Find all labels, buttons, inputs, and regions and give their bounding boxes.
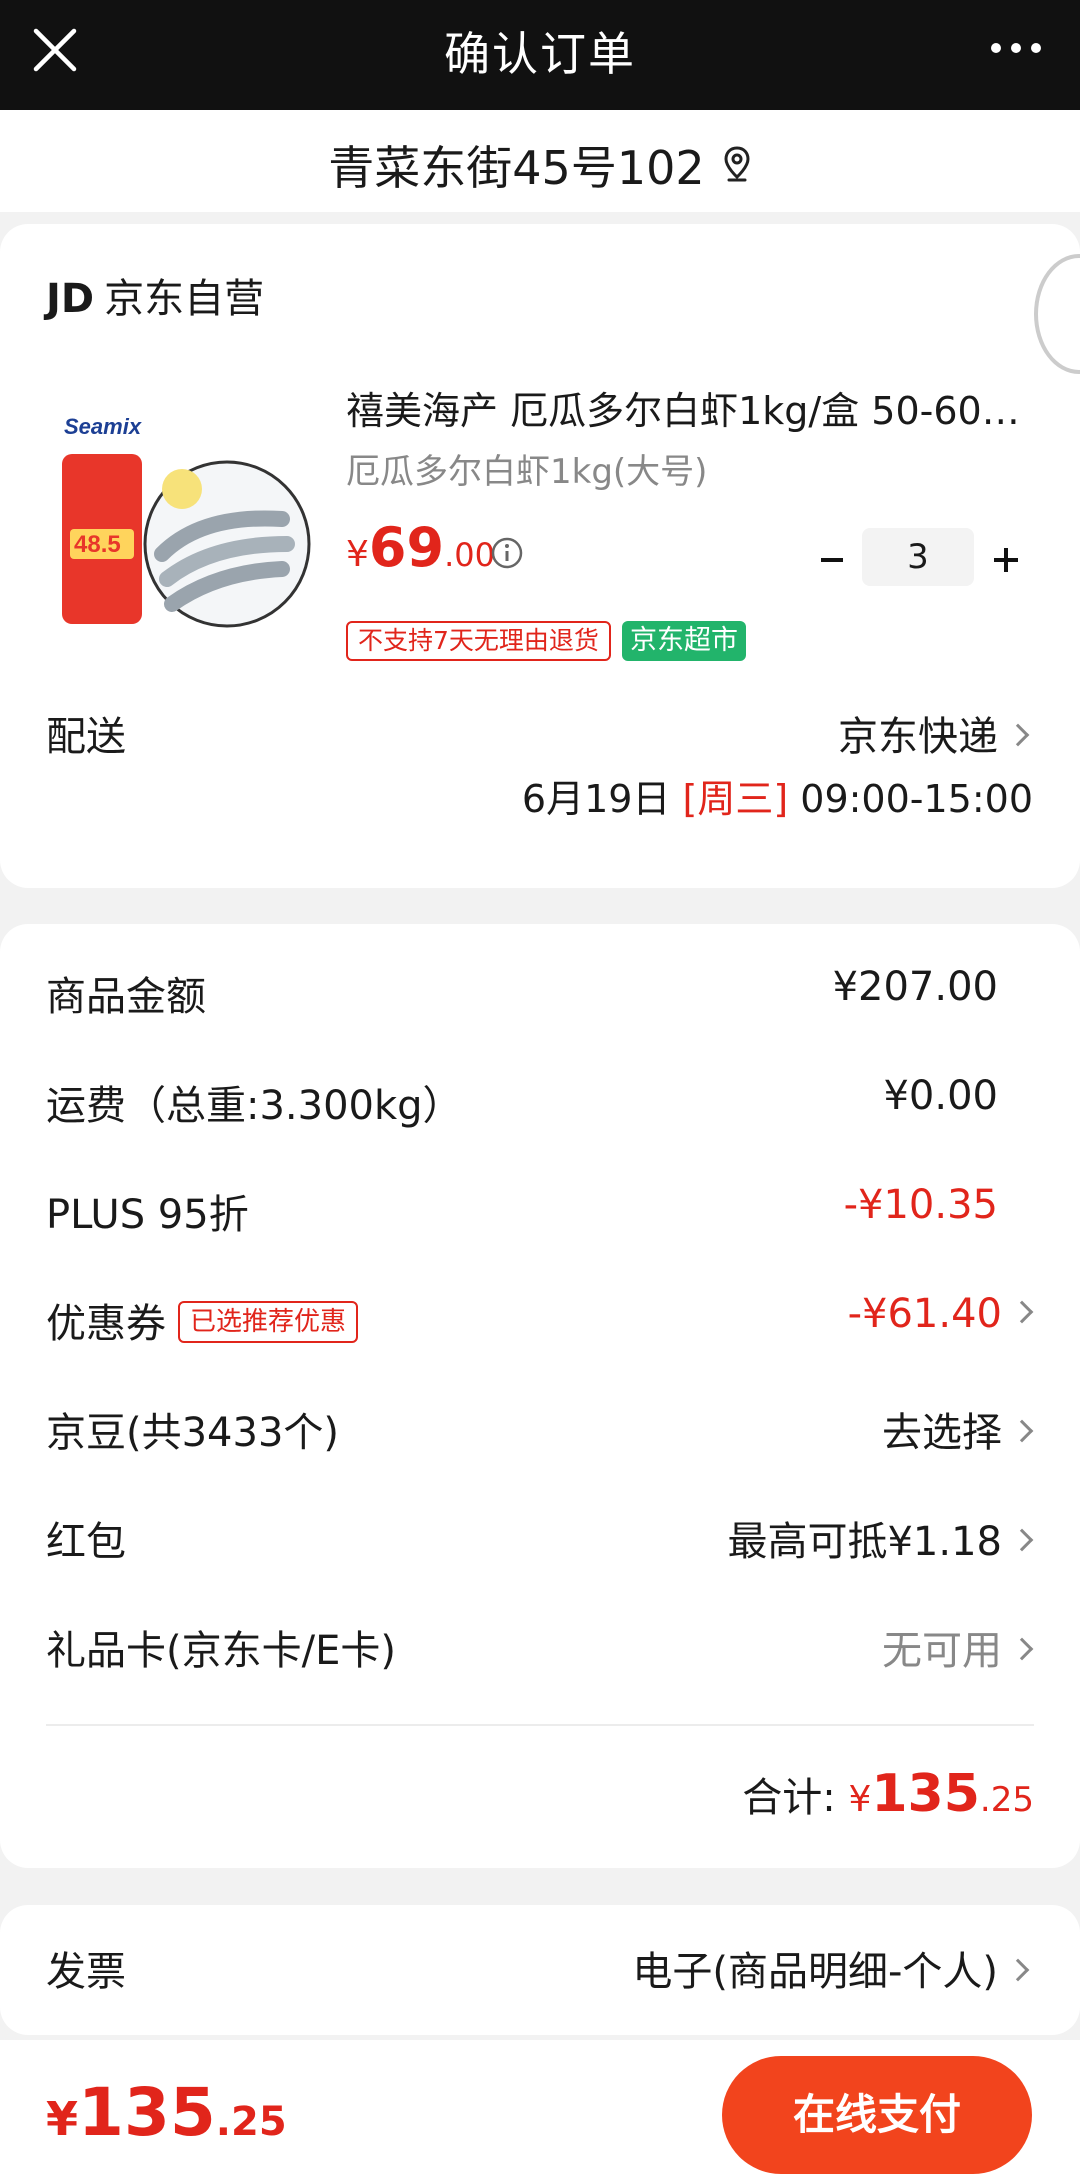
row-label: 红包 — [46, 1519, 126, 1565]
price-summary-card: 商品金额 ¥207.00 运费（总重:3.300kg） ¥0.00 PLUS 9… — [0, 924, 1080, 1868]
row-label: 京豆(共3433个) — [46, 1410, 340, 1456]
bottom-price-symbol: ¥ — [46, 2092, 79, 2146]
delivery-date: 6月19日 — [521, 777, 671, 821]
bottom-total-price: ¥135.25 — [46, 2074, 287, 2151]
location-pin-icon — [724, 146, 750, 182]
summary-row-coupon[interactable]: 优惠券 已选推荐优惠 -¥61.40 — [46, 1291, 1034, 1351]
red-packet-value: 最高可抵¥1.18 — [727, 1519, 1002, 1565]
quantity-plus-button[interactable] — [990, 544, 1022, 576]
product-name[interactable]: 禧美海产 厄瓜多尔白虾1kg/盒 50-60只/kg — [346, 380, 1036, 435]
invoice-value: 电子(商品明细-个人) — [632, 1939, 1030, 1997]
price-integer: 69 — [368, 516, 445, 579]
invoice-label: 发票 — [46, 1949, 126, 1995]
row-value: 无可用 — [882, 1618, 1034, 1676]
price-symbol: ¥ — [346, 534, 369, 575]
summary-row-plus-discount: PLUS 95折 -¥10.35 — [46, 1182, 1030, 1242]
shop-name: 京东自营 — [104, 276, 265, 322]
coupon-value: -¥61.40 — [847, 1291, 1002, 1337]
jd-beans-value: 去选择 — [882, 1410, 1002, 1456]
row-value: ¥207.00 — [832, 964, 998, 1010]
thumb-brand-text: Seamix — [64, 414, 142, 439]
row-value: -¥10.35 — [843, 1182, 998, 1228]
row-value: -¥61.40 — [847, 1291, 1034, 1337]
product-spec: 厄瓜多尔白虾1kg(大号) — [346, 452, 708, 492]
delivery-weekday: [周三] — [682, 777, 789, 821]
quantity-minus-button[interactable] — [816, 544, 848, 576]
price-decimal: .00 — [444, 536, 495, 574]
summary-row-shipping: 运费（总重:3.300kg） ¥0.00 — [46, 1073, 1030, 1133]
bottom-price-decimal: .25 — [215, 2099, 287, 2145]
delivery-time[interactable]: 6月19日 [周三] 09:00-15:00 — [522, 768, 1033, 823]
delivery-timeslot: 09:00-15:00 — [800, 777, 1033, 821]
row-label: 商品金额 — [46, 974, 206, 1020]
row-value: 最高可抵¥1.18 — [727, 1509, 1034, 1567]
row-label: PLUS 95折 — [46, 1192, 249, 1238]
gift-card-value: 无可用 — [882, 1628, 1002, 1674]
row-value: 去选择 — [882, 1400, 1034, 1458]
no-return-tag: 不支持7天无理由退货 — [346, 621, 611, 661]
chevron-right-icon — [1006, 1958, 1030, 1982]
info-icon[interactable] — [490, 536, 524, 570]
product-thumbnail[interactable]: Seamix 48.5 — [52, 394, 312, 654]
row-label: 优惠券 已选推荐优惠 — [46, 1291, 359, 1349]
total-symbol: ¥ — [848, 1779, 872, 1820]
delivery-method[interactable]: 京东快递 — [838, 704, 1030, 762]
thumb-price-text: 48.5 — [74, 531, 121, 558]
bottom-pay-bar: ¥135.25 在线支付 — [0, 2040, 1080, 2179]
delivery-label: 配送 — [46, 714, 126, 760]
total-label: 合计: — [742, 1775, 836, 1821]
chevron-right-icon — [1010, 1528, 1034, 1552]
row-label: 礼品卡(京东卡/E卡) — [46, 1628, 396, 1674]
jd-supermarket-tag: 京东超市 — [622, 621, 746, 661]
shop-header: JD 京东自营 — [46, 266, 264, 324]
delivery-method-text: 京东快递 — [838, 714, 998, 760]
chevron-right-icon — [1010, 1419, 1034, 1443]
invoice-card[interactable]: 发票 电子(商品明细-个人) — [0, 1905, 1080, 2035]
row-label: 运费（总重:3.300kg） — [46, 1083, 463, 1129]
invoice-value-text: 电子(商品明细-个人) — [632, 1949, 998, 1995]
product-price: ¥69.00 — [346, 516, 495, 579]
summary-row-gift-card[interactable]: 礼品卡(京东卡/E卡) 无可用 — [46, 1618, 1034, 1678]
total-integer: 135 — [871, 1764, 980, 1824]
summary-row-goods-amount: 商品金额 ¥207.00 — [46, 964, 1030, 1024]
summary-row-jd-beans[interactable]: 京豆(共3433个) 去选择 — [46, 1400, 1034, 1460]
address-bar[interactable]: 青菜东街45号102 — [0, 110, 1080, 212]
floating-action-button[interactable] — [1034, 254, 1080, 374]
jd-logo: JD — [46, 276, 95, 322]
order-total: 合计: ¥135.25 — [742, 1764, 1034, 1824]
order-item-card: JD 京东自营 Seamix 48.5 禧美海产 厄瓜多尔白虾1kg/盒 50-6… — [0, 224, 1080, 888]
chevron-right-icon — [1010, 1300, 1034, 1324]
coupon-badge: 已选推荐优惠 — [178, 1301, 359, 1343]
chevron-right-icon — [1006, 723, 1030, 747]
page-title: 确认订单 — [444, 27, 636, 81]
delivery-address: 青菜东街45号102 — [328, 141, 705, 195]
total-decimal: .25 — [979, 1780, 1034, 1820]
quantity-value[interactable]: 3 — [862, 528, 974, 586]
title-bar: 确认订单 — [0, 0, 1080, 110]
pay-online-button[interactable]: 在线支付 — [722, 2056, 1032, 2174]
chevron-right-icon — [1010, 1637, 1034, 1661]
row-value: ¥0.00 — [883, 1073, 998, 1119]
coupon-label: 优惠券 — [46, 1301, 166, 1347]
summary-row-red-packet[interactable]: 红包 最高可抵¥1.18 — [46, 1509, 1034, 1569]
divider — [46, 1724, 1034, 1726]
bottom-price-integer: 135 — [78, 2074, 216, 2151]
more-icon[interactable] — [986, 28, 1046, 68]
